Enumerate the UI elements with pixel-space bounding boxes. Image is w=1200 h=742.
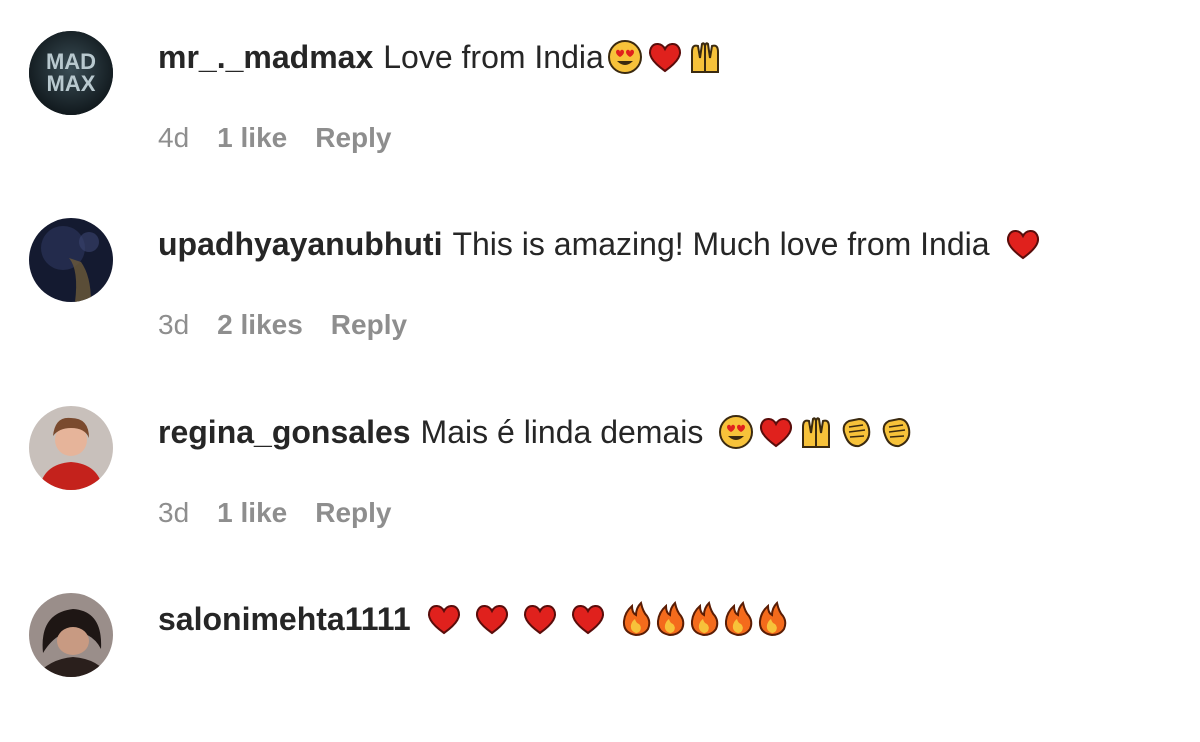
comment-time: 3d <box>158 309 190 340</box>
red-heart-icon <box>473 600 519 638</box>
avatar[interactable] <box>29 593 113 677</box>
comment-text: Love from India <box>383 39 604 75</box>
comment-text: Mais é linda demais <box>420 414 704 450</box>
comment-item: MAD MAX mr_._madmax Love from India 4d 1 … <box>0 0 1200 180</box>
avatar[interactable]: MAD MAX <box>29 31 113 115</box>
comment-meta: 3d 2 likes Reply <box>158 307 435 343</box>
comment-line: mr_._madmax Love from India <box>158 37 726 77</box>
raising-hands-icon <box>797 413 835 451</box>
reply-button[interactable]: Reply <box>331 307 407 343</box>
clapping-hands-icon <box>837 413 875 451</box>
emoji-group <box>717 413 917 451</box>
comment-item: upadhyayanubhuti This is amazing! Much l… <box>0 187 1200 367</box>
comment-username[interactable]: salonimehta1111 <box>158 599 411 639</box>
red-heart-icon <box>757 413 795 451</box>
comment-likes[interactable]: 1 like <box>217 495 287 531</box>
red-heart-icon <box>569 600 615 638</box>
emoji-group <box>1004 225 1044 263</box>
comment-line: upadhyayanubhuti This is amazing! Much l… <box>158 224 1044 264</box>
comment-username[interactable]: upadhyayanubhuti <box>158 224 442 264</box>
comment-time: 4d <box>158 122 190 153</box>
comment-time: 3d <box>158 497 190 528</box>
fire-icon <box>651 600 684 638</box>
fire-icon <box>617 600 650 638</box>
comment-line: regina_gonsales Mais é linda demais <box>158 412 917 452</box>
avatar-logo-text: MAX <box>47 71 96 96</box>
clapping-hands-icon <box>877 413 915 451</box>
avatar[interactable] <box>29 218 113 302</box>
comment-text: This is amazing! Much love from India <box>452 226 990 262</box>
comment-meta: 3d 1 like Reply <box>158 495 419 531</box>
reply-button[interactable]: Reply <box>315 495 391 531</box>
emoji-group <box>606 38 726 76</box>
emoji-group <box>425 600 787 638</box>
comment-meta: 4d 1 like Reply <box>158 120 419 156</box>
fire-icon <box>719 600 752 638</box>
comment-item: regina_gonsales Mais é linda demais 3d 1 … <box>0 375 1200 555</box>
avatar[interactable] <box>29 406 113 490</box>
fire-icon <box>685 600 718 638</box>
comment-item: salonimehta1111 <box>0 562 1200 742</box>
raising-hands-icon <box>686 38 724 76</box>
comment-line: salonimehta1111 <box>158 599 787 639</box>
comment-username[interactable]: regina_gonsales <box>158 412 411 452</box>
red-heart-icon <box>1004 225 1042 263</box>
heart-eyes-icon <box>606 38 644 76</box>
red-heart-icon <box>521 600 567 638</box>
comment-likes[interactable]: 2 likes <box>217 307 303 343</box>
red-heart-icon <box>646 38 684 76</box>
comment-likes[interactable]: 1 like <box>217 120 287 156</box>
heart-eyes-icon <box>717 413 755 451</box>
reply-button[interactable]: Reply <box>315 120 391 156</box>
comment-username[interactable]: mr_._madmax <box>158 37 373 77</box>
red-heart-icon <box>425 600 471 638</box>
fire-icon <box>753 600 786 638</box>
